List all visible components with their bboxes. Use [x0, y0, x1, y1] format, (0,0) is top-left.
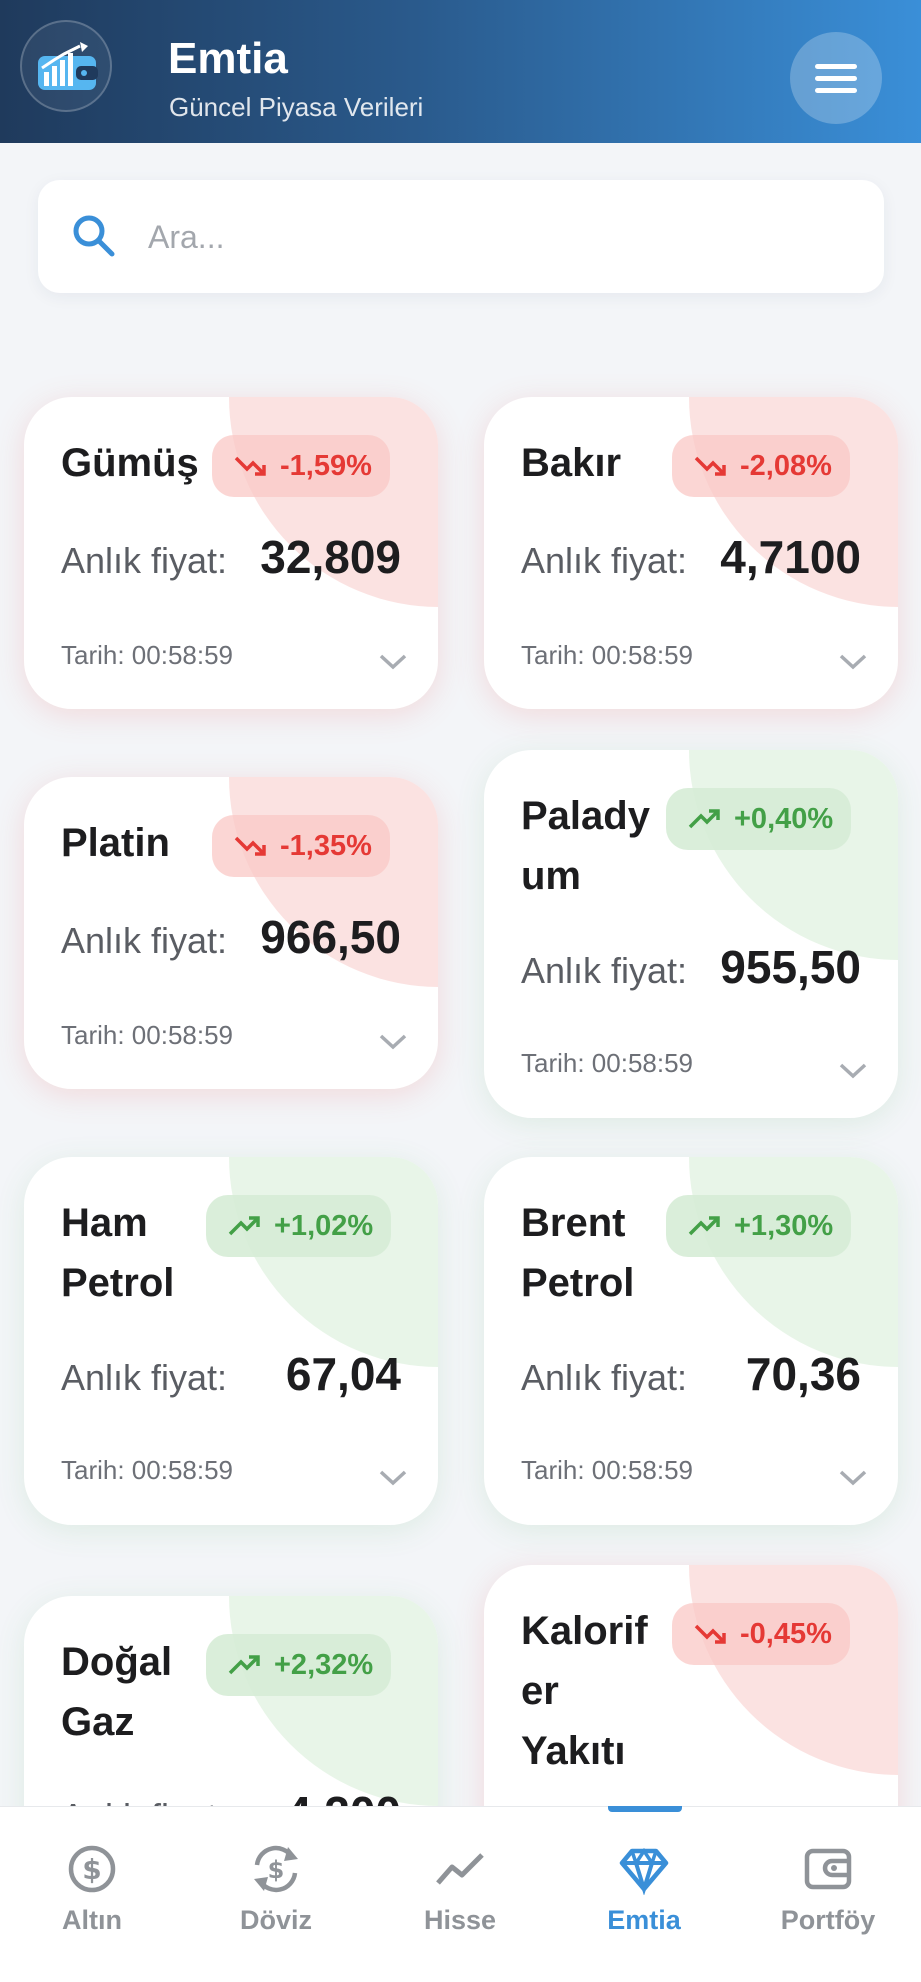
- change-badge: +2,32%: [206, 1634, 392, 1696]
- change-badge: +0,40%: [666, 788, 852, 850]
- price-value: 966,50: [260, 911, 401, 963]
- price-row: Anlık fiyat: 70,36: [521, 1347, 861, 1401]
- currency-exchange-icon: $: [254, 1845, 298, 1893]
- change-value: -1,59%: [280, 449, 372, 482]
- commodity-name: Kalorif er Yakıtı: [521, 1609, 648, 1773]
- price-label: Anlık fiyat:: [61, 920, 228, 961]
- trending-up-icon: [688, 1216, 720, 1236]
- trending-down-icon: [234, 456, 266, 476]
- change-badge: -0,45%: [672, 1603, 850, 1665]
- price-value: 4,7100: [720, 531, 861, 583]
- update-time: Tarih: 00:58:59: [521, 640, 694, 670]
- price-row: Anlık fiyat: 4,7100: [521, 530, 861, 584]
- commodity-name: Bakır: [521, 441, 622, 485]
- commodity-name: Brent Petrol: [521, 1201, 635, 1305]
- commodity-card-paladyum[interactable]: Palady um +0,40% Anlık fiyat: 955,50 Tar…: [484, 750, 898, 1118]
- change-value: -2,08%: [740, 449, 832, 482]
- app-header: Emtia Güncel Piyasa Verileri: [0, 0, 921, 143]
- price-label: Anlık fiyat:: [521, 950, 688, 991]
- change-value: -0,45%: [740, 1617, 832, 1650]
- update-time: Tarih: 00:58:59: [61, 1020, 234, 1050]
- chevron-down-icon[interactable]: [838, 1062, 868, 1080]
- change-badge: -1,59%: [212, 435, 390, 497]
- trending-up-icon: [228, 1655, 260, 1675]
- trending-down-icon: [234, 836, 266, 856]
- svg-text:$: $: [82, 1853, 101, 1886]
- price-row: Anlık fiyat: 955,50: [521, 940, 861, 994]
- nav-item-doviz[interactable]: $ Döviz: [184, 1807, 368, 1982]
- chevron-down-icon[interactable]: [378, 653, 408, 671]
- commodity-card-bakir[interactable]: Bakır -2,08% Anlık fiyat: 4,7100 Tarih: …: [484, 397, 898, 709]
- price-label: Anlık fiyat:: [61, 1357, 228, 1398]
- hamburger-menu-icon: [815, 64, 857, 69]
- price-value: 70,36: [745, 1348, 861, 1400]
- commodity-name: Doğal Gaz: [61, 1640, 173, 1744]
- change-badge: -2,08%: [672, 435, 850, 497]
- update-time: Tarih: 00:58:59: [61, 640, 234, 670]
- price-row: Anlık fiyat: 966,50: [61, 910, 401, 964]
- commodity-name: Palady um: [521, 794, 650, 898]
- commodity-card-platin[interactable]: Platin -1,35% Anlık fiyat: 966,50 Tarih:…: [24, 777, 438, 1089]
- search-bar[interactable]: [38, 180, 884, 293]
- nav-label: Portföy: [780, 1905, 876, 1935]
- trending-up-icon: [688, 809, 720, 829]
- price-value: 67,04: [285, 1348, 401, 1400]
- price-row: Anlık fiyat: 67,04: [61, 1347, 401, 1401]
- chevron-down-icon[interactable]: [378, 1469, 408, 1487]
- price-label: Anlık fiyat:: [521, 1357, 688, 1398]
- wallet-icon: [804, 1848, 852, 1890]
- price-value: 32,809: [260, 531, 401, 583]
- search-input[interactable]: [148, 202, 848, 272]
- nav-item-portfoy[interactable]: Portföy: [736, 1807, 920, 1982]
- page-subtitle: Güncel Piyasa Verileri: [169, 92, 424, 122]
- update-time: Tarih: 00:58:59: [521, 1048, 694, 1078]
- commodity-card-ham-petrol[interactable]: Ham Petrol +1,02% Anlık fiyat: 67,04 Tar…: [24, 1157, 438, 1525]
- commodity-name: Platin: [61, 821, 170, 865]
- menu-button[interactable]: [790, 32, 882, 124]
- update-time: Tarih: 00:58:59: [521, 1455, 694, 1485]
- trend-line-icon: [436, 1853, 484, 1885]
- bottom-navigation: $ Altın $ Döviz Hisse Emtia Portföy: [0, 1806, 921, 1982]
- trending-down-icon: [694, 456, 726, 476]
- change-value: +1,02%: [274, 1209, 374, 1242]
- price-label: Anlık fiyat:: [61, 540, 228, 581]
- nav-item-hisse[interactable]: Hisse: [368, 1807, 552, 1982]
- update-time: Tarih: 00:58:59: [61, 1455, 234, 1485]
- search-icon: [73, 215, 115, 257]
- nav-label: Altın: [62, 1905, 122, 1935]
- price-label: Anlık fiyat:: [521, 540, 688, 581]
- change-value: -1,35%: [280, 829, 372, 862]
- change-value: +1,30%: [734, 1209, 834, 1242]
- chevron-down-icon[interactable]: [378, 1033, 408, 1051]
- nav-label: Hisse: [423, 1905, 497, 1935]
- change-badge: -1,35%: [212, 815, 390, 877]
- commodity-card-brent-petrol[interactable]: Brent Petrol +1,30% Anlık fiyat: 70,36 T…: [484, 1157, 898, 1525]
- trending-down-icon: [694, 1624, 726, 1644]
- price-value: 955,50: [720, 941, 861, 993]
- active-tab-indicator: [608, 1806, 682, 1812]
- change-badge: +1,30%: [666, 1195, 852, 1257]
- change-badge: +1,02%: [206, 1195, 392, 1257]
- nav-item-altin[interactable]: $ Altın: [0, 1807, 184, 1982]
- commodity-name: Gümüş: [61, 441, 199, 485]
- nav-item-emtia[interactable]: Emtia: [552, 1807, 736, 1982]
- nav-label: Döviz: [239, 1905, 312, 1935]
- change-value: +2,32%: [274, 1648, 374, 1681]
- diamond-icon: [619, 1847, 669, 1895]
- dollar-coin-icon: $: [68, 1845, 116, 1893]
- chevron-down-icon[interactable]: [838, 653, 868, 671]
- svg-text:$: $: [268, 1856, 285, 1884]
- change-value: +0,40%: [734, 802, 834, 835]
- chevron-down-icon[interactable]: [838, 1469, 868, 1487]
- page-title: Emtia: [168, 34, 288, 83]
- wallet-chart-icon: [38, 42, 98, 90]
- nav-label: Emtia: [607, 1905, 681, 1935]
- commodity-name: Ham Petrol: [61, 1201, 175, 1305]
- trending-up-icon: [228, 1216, 260, 1236]
- commodity-card-gumus[interactable]: Gümüş -1,59% Anlık fiyat: 32,809 Tarih: …: [24, 397, 438, 709]
- price-row: Anlık fiyat: 32,809: [61, 530, 401, 584]
- app-logo: [20, 20, 112, 112]
